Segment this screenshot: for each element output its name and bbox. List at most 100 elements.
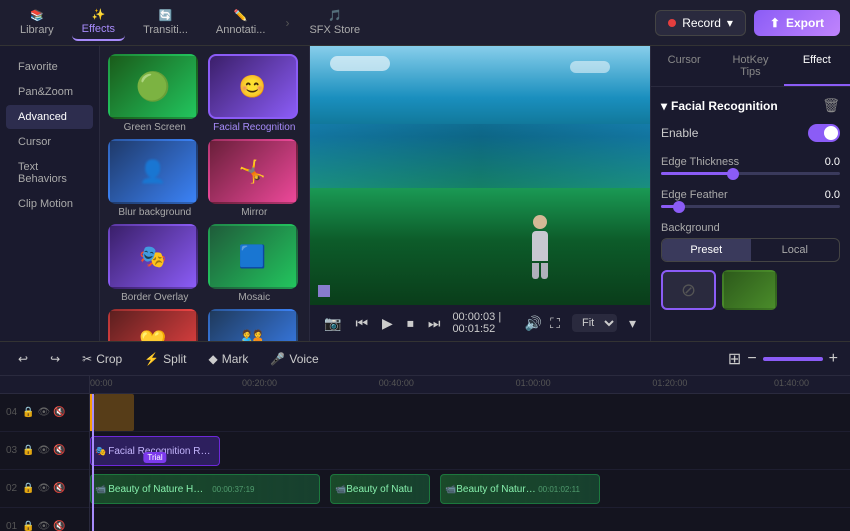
effect-mirror[interactable]: 🤸 Mirror xyxy=(208,139,302,218)
fullscreen-icon[interactable]: ⛶ xyxy=(548,313,562,334)
track-04-icons: 🔒 👁 🔇 xyxy=(22,407,66,418)
mark-button[interactable]: ◆ Mark xyxy=(203,349,255,369)
lock-icon[interactable]: 🔒 xyxy=(22,407,34,418)
tab-transitions[interactable]: 🔄 Transiti... xyxy=(133,5,198,40)
edge-thickness-row: Edge Thickness 0.0 xyxy=(661,156,840,175)
tab-hotkey[interactable]: HotKey Tips xyxy=(717,46,783,86)
section-title: ▾ Facial Recognition xyxy=(661,99,778,113)
tab-effect[interactable]: Effect xyxy=(784,46,850,86)
undo-button[interactable]: ↩ xyxy=(12,349,34,369)
mosaic-label: Mosaic xyxy=(208,292,302,303)
sidebar-item-cursor[interactable]: Cursor xyxy=(6,130,93,154)
sidebar-item-advanced[interactable]: Advanced xyxy=(6,105,93,129)
camera-icon[interactable]: 📷 xyxy=(322,313,343,334)
sidebar-item-panzoom[interactable]: Pan&Zoom xyxy=(6,80,93,104)
eye-icon-03[interactable]: 👁 xyxy=(37,445,50,456)
edge-feather-label-row: Edge Feather 0.0 xyxy=(661,189,840,201)
effect-other2[interactable]: 🧑‍🤝‍🧑 xyxy=(208,309,302,341)
track-02-icons: 🔒 👁 🔇 xyxy=(22,483,66,494)
effect-facial[interactable]: 😊 Facial Recognition xyxy=(208,54,302,133)
feather-slider-thumb[interactable] xyxy=(673,201,685,213)
bg-tab-preset[interactable]: Preset xyxy=(662,239,751,261)
beauty-clip-3[interactable]: 📹 Beauty of Nature HD.mp4 00:01:02:11 xyxy=(440,474,600,504)
fit-select[interactable]: Fit xyxy=(572,314,617,332)
panel-tabs: Cursor HotKey Tips Effect xyxy=(651,46,850,87)
zoom-in-button[interactable]: + xyxy=(829,350,838,368)
playhead[interactable] xyxy=(92,394,94,531)
edge-thickness-label-row: Edge Thickness 0.0 xyxy=(661,156,840,168)
track-02: 📹 Beauty of Nature HD.mp4 00:00:37:19 📹 … xyxy=(90,470,850,508)
sidebar-item-clipmotion[interactable]: Clip Motion xyxy=(6,192,93,216)
trial-badge: Trial xyxy=(143,452,166,463)
mute-icon-02[interactable]: 🔇 xyxy=(53,483,65,494)
edge-feather-slider[interactable] xyxy=(661,205,840,208)
track-04-clip[interactable] xyxy=(94,394,134,431)
track-label-02: 02 🔒 👁 🔇 xyxy=(0,470,89,508)
ruler-mark-80: 01:20:00 xyxy=(652,376,687,388)
zoom-slider[interactable] xyxy=(763,357,823,361)
split-button[interactable]: ⚡ Split xyxy=(138,349,192,369)
record-dot xyxy=(668,19,676,27)
effect-border[interactable]: 🎭 Border Overlay xyxy=(108,224,202,303)
volume-area: 🔊 ⛶ xyxy=(523,313,562,334)
facial-clip[interactable]: 🎭 Facial Recognition Rec... Trial xyxy=(90,436,220,466)
play-button[interactable]: ▶ xyxy=(380,313,395,334)
bg-swatches: ⊘ xyxy=(661,270,840,310)
facial-clip-icon: 🎭 xyxy=(95,446,106,457)
record-button[interactable]: Record ▾ xyxy=(655,10,746,36)
fit-timeline-button[interactable]: ⊞ xyxy=(728,349,741,369)
bottom-area: ↩ ↪ ✂ Crop ⚡ Split ◆ Mark 🎤 Voice ⊞ − xyxy=(0,341,850,531)
edge-thickness-slider[interactable] xyxy=(661,172,840,175)
lock-icon-03[interactable]: 🔒 xyxy=(22,445,34,456)
next-button[interactable]: ⏭ xyxy=(426,313,443,334)
eye-icon-02[interactable]: 👁 xyxy=(37,483,50,494)
effect-blur[interactable]: 👤 Blur background xyxy=(108,139,202,218)
tab-cursor[interactable]: Cursor xyxy=(651,46,717,86)
voice-button[interactable]: 🎤 Voice xyxy=(264,349,324,369)
video-preview: 📷 ⏮ ▶ ⏹ ⏭ 00:00:03 | 00:01:52 🔊 ⛶ Fit ▾ xyxy=(310,46,650,341)
effect-other1[interactable]: 💛 xyxy=(108,309,202,341)
mute-icon[interactable]: 🔇 xyxy=(53,407,65,418)
eye-icon[interactable]: 👁 xyxy=(37,407,50,418)
blur-thumb-icon: 👤 xyxy=(110,141,196,202)
effects-grid: 🟢 Green Screen 😊 Facial Recognition xyxy=(108,54,301,341)
mute-icon-03[interactable]: 🔇 xyxy=(53,445,65,456)
effects-icon: ✨ xyxy=(91,8,105,21)
redo-button[interactable]: ↪ xyxy=(44,349,66,369)
export-button[interactable]: ⬆ Export xyxy=(754,10,840,36)
tab-library[interactable]: 📚 Library xyxy=(10,5,64,40)
prev-button[interactable]: ⏮ xyxy=(353,313,370,334)
beauty-clip-1[interactable]: 📹 Beauty of Nature HD.mp4 00:00:37:19 xyxy=(90,474,320,504)
track-label-03: 03 🔒 👁 🔇 xyxy=(0,432,89,470)
effect-mosaic[interactable]: 🟦 Mosaic xyxy=(208,224,302,303)
sidebar-item-textbehaviors[interactable]: Text Behaviors xyxy=(6,155,93,191)
ruler-mark-60: 01:00:00 xyxy=(516,376,551,388)
swatch-green[interactable] xyxy=(722,270,777,310)
stop-button[interactable]: ⏹ xyxy=(405,313,416,334)
eye-icon-01[interactable]: 👁 xyxy=(37,521,50,531)
mute-icon-01[interactable]: 🔇 xyxy=(53,521,65,531)
voice-icon: 🎤 xyxy=(270,352,285,366)
delete-button[interactable]: 🗑 xyxy=(822,97,840,114)
sidebar-item-favorite[interactable]: Favorite xyxy=(6,55,93,79)
bg-tab-local[interactable]: Local xyxy=(751,239,840,261)
beauty-clip-2[interactable]: 📹 Beauty of Natu xyxy=(330,474,430,504)
lock-icon-01[interactable]: 🔒 xyxy=(22,521,34,531)
enable-toggle[interactable] xyxy=(808,124,840,142)
greenscreen-thumb-icon: 🟢 xyxy=(110,56,196,117)
effect-greenscreen[interactable]: 🟢 Green Screen xyxy=(108,54,202,133)
crop-button[interactable]: ✂ Crop xyxy=(76,349,128,369)
volume-icon[interactable]: 🔊 xyxy=(523,313,544,334)
chevron-down-video[interactable]: ▾ xyxy=(627,313,638,334)
ruler-mark-100: 01:40:00 xyxy=(774,376,809,388)
greenscreen-label: Green Screen xyxy=(108,122,202,133)
tab-annotations[interactable]: ✏️ Annotati... xyxy=(206,5,276,40)
track-03: 🎭 Facial Recognition Rec... Trial xyxy=(90,432,850,470)
tab-sfxstore[interactable]: 🎵 SFX Store xyxy=(299,5,370,40)
zoom-out-button[interactable]: − xyxy=(747,350,756,368)
tab-effects[interactable]: ✨ Effects xyxy=(72,4,125,41)
swatch-none[interactable]: ⊘ xyxy=(661,270,716,310)
lock-icon-02[interactable]: 🔒 xyxy=(22,483,34,494)
edge-feather-value: 0.0 xyxy=(825,189,840,201)
slider-thumb[interactable] xyxy=(727,168,739,180)
